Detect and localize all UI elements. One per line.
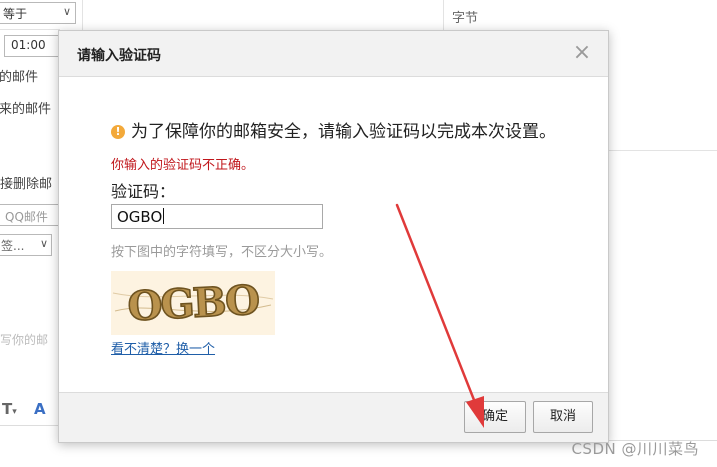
captcha-input-value: OGBO [117, 208, 163, 226]
warning-icon: ! [111, 125, 125, 139]
notice-text: 为了保障你的邮箱安全，请输入验证码以完成本次设置。 [131, 122, 556, 142]
confirm-button[interactable]: 确定 [464, 401, 526, 433]
refresh-captcha-link[interactable]: 看不清楚？换一个 [111, 338, 215, 357]
mail-rule-text: 来的邮件 [0, 102, 52, 117]
delete-rule-text: 接删除邮 [0, 177, 53, 192]
font-color-icon[interactable]: A [34, 400, 46, 418]
chevron-down-icon: ∨ [39, 237, 48, 250]
captcha-input[interactable]: OGBO [111, 204, 323, 229]
close-icon[interactable]: × [570, 41, 594, 65]
text-format-icon[interactable]: T▾ [2, 400, 17, 418]
row-divider [608, 150, 717, 151]
column-divider [443, 0, 444, 30]
column-header-bytes: 字节 [452, 11, 479, 26]
code-label: 验证码： [111, 182, 176, 201]
watermark: CSDN @川川菜鸟 [571, 440, 699, 458]
dialog-footer: 确定 取消 [59, 392, 608, 442]
row-divider [0, 29, 60, 30]
time-select[interactable]: 01:00 [4, 35, 64, 57]
chevron-down-icon: ∨ [62, 5, 71, 18]
dialog-header: 请输入验证码 × [59, 31, 608, 77]
mail-rule-text: 的邮件 [0, 70, 39, 85]
toolbar-divider [0, 425, 60, 426]
column-divider [82, 0, 83, 30]
captcha-image: OGBO [111, 271, 275, 335]
text-caret [163, 208, 165, 224]
captcha-image-graphic: OGBO [111, 271, 275, 335]
qq-mail-input[interactable]: QQ邮件 [0, 204, 60, 226]
captcha-hint: 按下图中的字符填写，不区分大小写。 [111, 245, 333, 260]
captcha-text: OGBO [126, 277, 260, 331]
dialog-title: 请输入验证码 [77, 48, 161, 64]
compose-placeholder: 写你的邮 [0, 333, 49, 347]
condition-select[interactable]: 等于 ∨ [0, 2, 76, 24]
error-message: 你输入的验证码不正确。 [111, 158, 255, 173]
cancel-button[interactable]: 取消 [533, 401, 593, 433]
signature-select[interactable]: 签... ∨ [0, 234, 52, 256]
security-notice: ! 为了保障你的邮箱安全，请输入验证码以完成本次设置。 [111, 117, 556, 142]
captcha-dialog: 请输入验证码 × ! 为了保障你的邮箱安全，请输入验证码以完成本次设置。 你输入的… [58, 30, 609, 443]
